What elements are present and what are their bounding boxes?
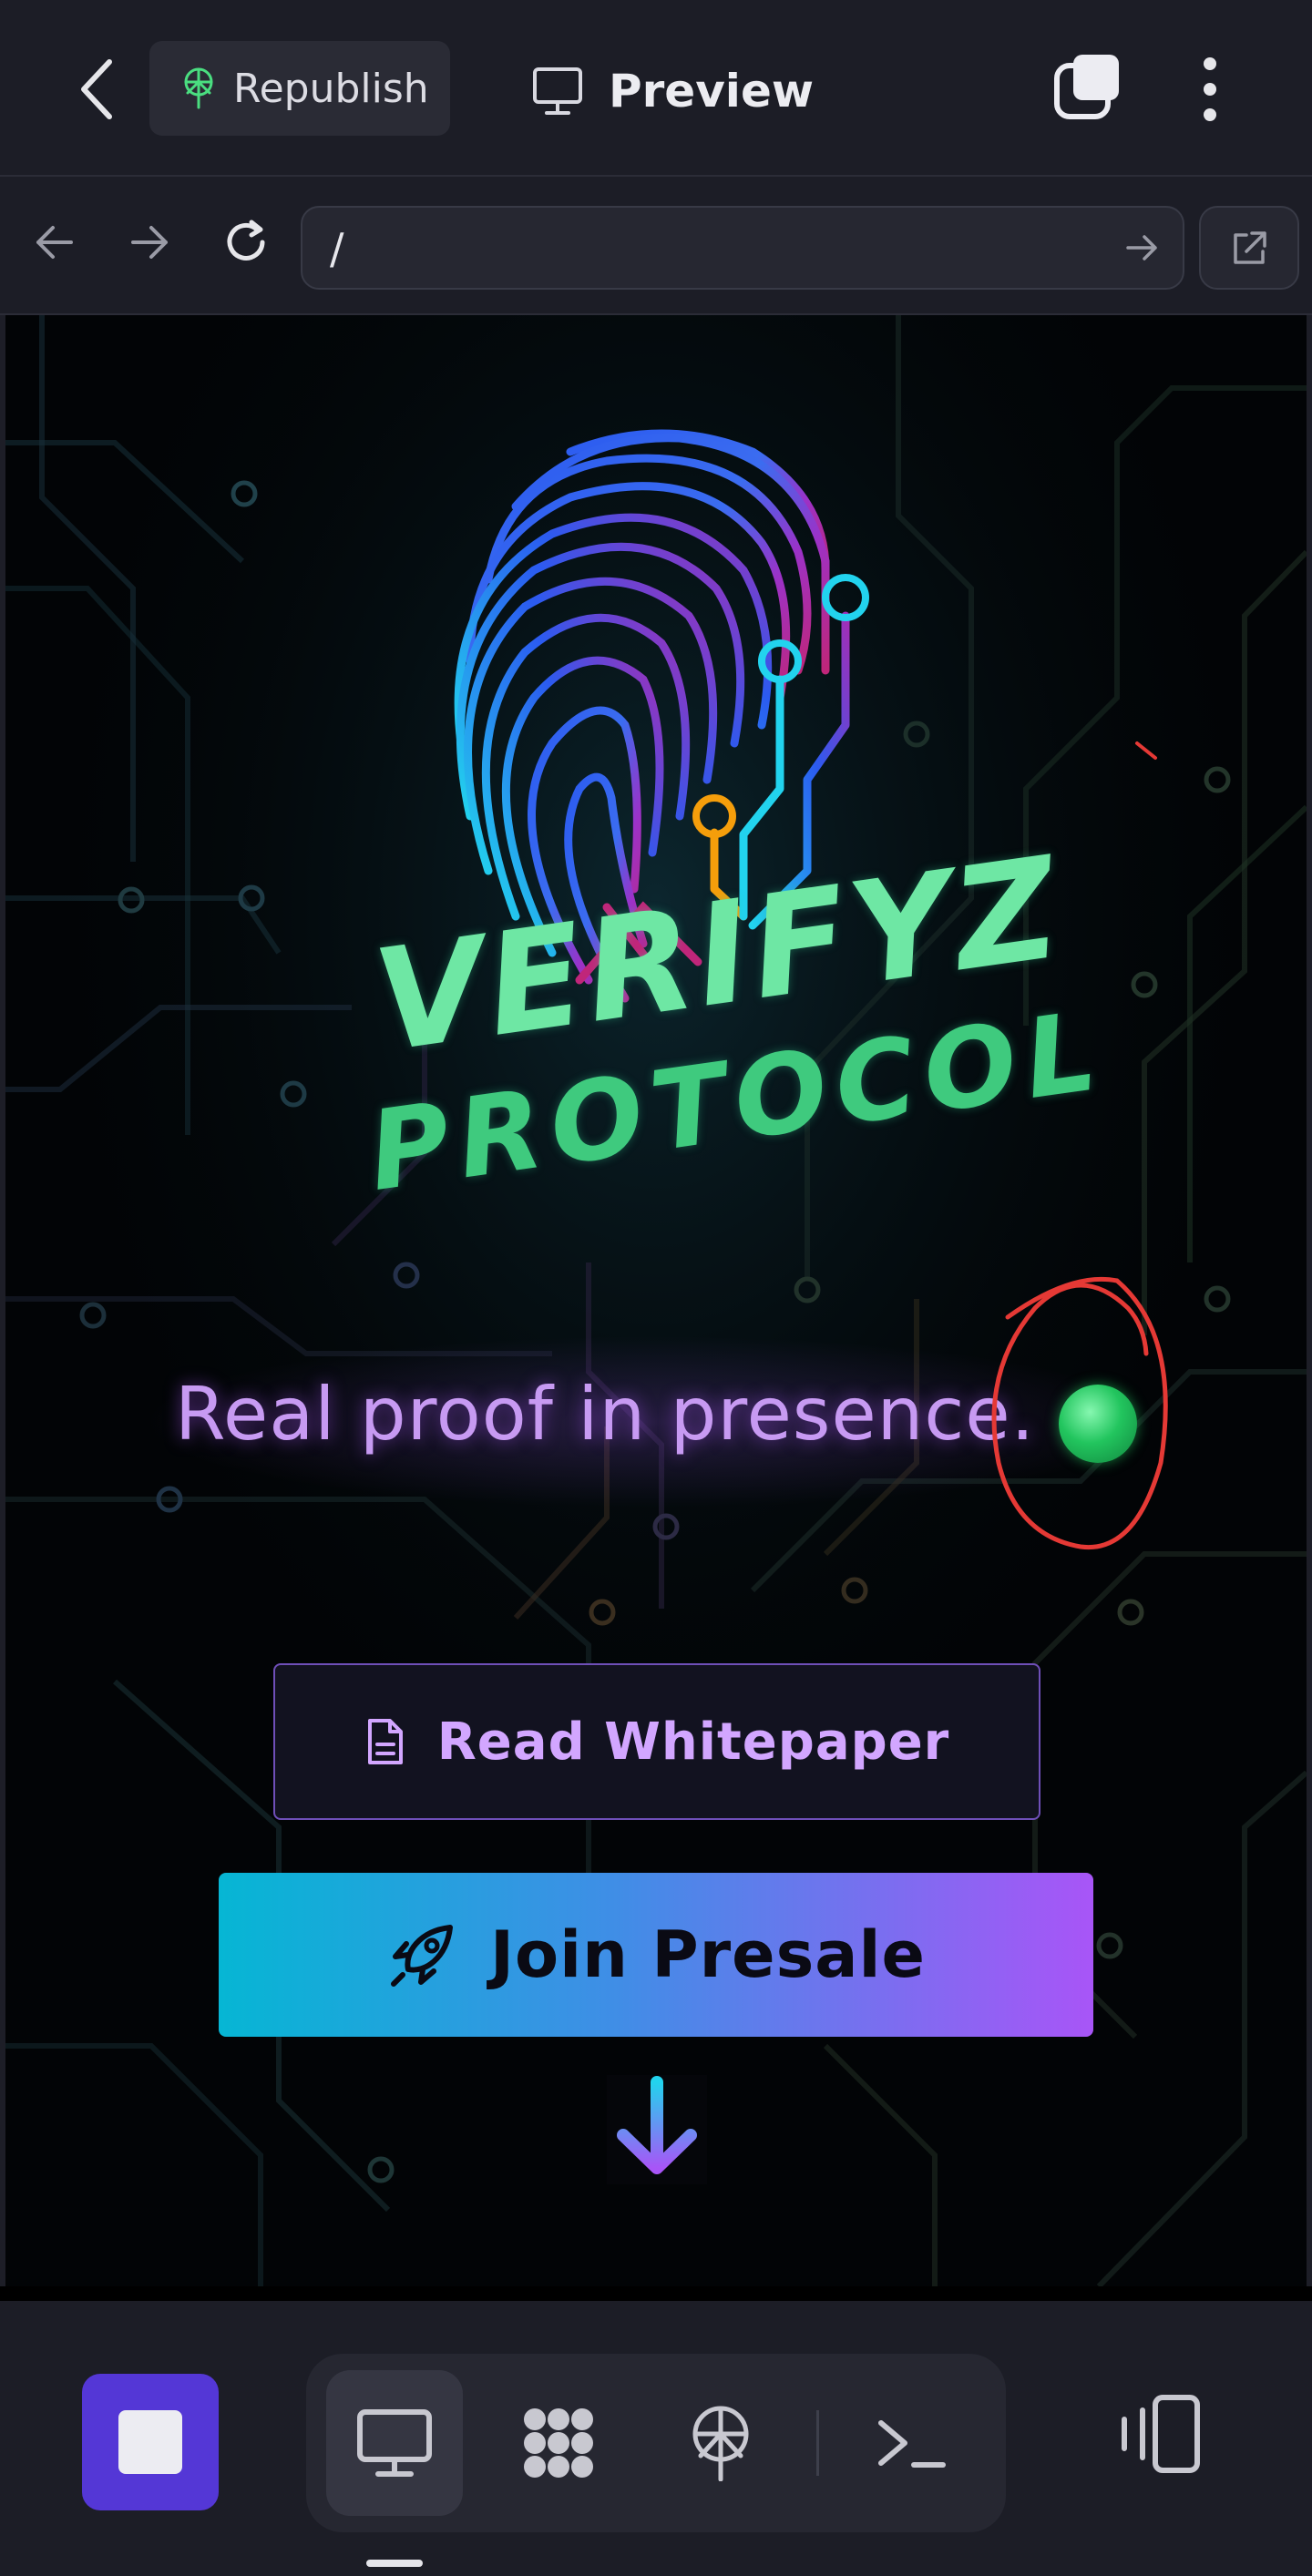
tool-switcher: [306, 2354, 1006, 2532]
tool-preview[interactable]: [326, 2370, 463, 2516]
stop-icon: [118, 2410, 182, 2474]
more-options-button[interactable]: [1188, 53, 1232, 126]
devices-icon: [1122, 2395, 1200, 2473]
preview-viewport: VERIFYZ PROTOCOL Real proof in presence.…: [5, 315, 1307, 2286]
stop-button[interactable]: [82, 2374, 219, 2510]
tabs-button[interactable]: [1053, 51, 1122, 124]
republish-button[interactable]: Republish: [149, 41, 450, 136]
tool-terminal[interactable]: [844, 2370, 980, 2516]
external-link-icon: [1234, 231, 1266, 264]
preview-tab[interactable]: Preview: [532, 55, 814, 128]
arrow-right-icon[interactable]: [1122, 228, 1163, 268]
monitor-icon: [357, 2409, 432, 2477]
kebab-icon: [1204, 57, 1216, 121]
tool-separator: [816, 2410, 819, 2476]
preview-label: Preview: [609, 65, 815, 118]
join-presale-label: Join Presale: [489, 1917, 926, 1992]
device-toggle-button[interactable]: [1115, 2390, 1206, 2481]
tool-modules[interactable]: [490, 2370, 627, 2516]
antenna-icon: [692, 2406, 749, 2481]
antenna-icon: [184, 67, 213, 109]
read-whitepaper-button[interactable]: Read Whitepaper: [273, 1663, 1040, 1820]
home-indicator: [366, 2560, 423, 2567]
arrow-left-icon[interactable]: [27, 215, 82, 270]
read-whitepaper-label: Read Whitepaper: [436, 1712, 950, 1772]
open-external-button[interactable]: [1199, 206, 1299, 290]
rocket-icon: [390, 1925, 453, 1987]
terminal-icon: [878, 2420, 946, 2468]
back-button[interactable]: [66, 53, 129, 126]
bottom-toolbar: [0, 2301, 1312, 2576]
tabs-icon: [1054, 55, 1119, 119]
arrow-right-icon[interactable]: [122, 215, 177, 270]
reload-icon[interactable]: [219, 215, 273, 270]
monitor-icon: [533, 67, 582, 115]
viewport-border: [0, 2286, 1312, 2301]
arrow-down-icon[interactable]: [607, 2075, 707, 2184]
join-presale-button[interactable]: Join Presale: [219, 1873, 1093, 2037]
modules-icon: [524, 2408, 593, 2478]
document-icon: [367, 1719, 403, 1764]
chevron-left-icon: [81, 59, 112, 119]
republish-label: Republish: [233, 65, 429, 112]
url-input[interactable]: /: [301, 206, 1184, 290]
tool-deploy[interactable]: [652, 2370, 789, 2516]
status-dot: [1059, 1385, 1137, 1463]
app-toolbar: Republish Preview: [0, 0, 1312, 177]
url-bar: /: [0, 177, 1312, 315]
url-text: /: [330, 224, 344, 273]
tagline: Real proof in presence.: [175, 1372, 1036, 1457]
